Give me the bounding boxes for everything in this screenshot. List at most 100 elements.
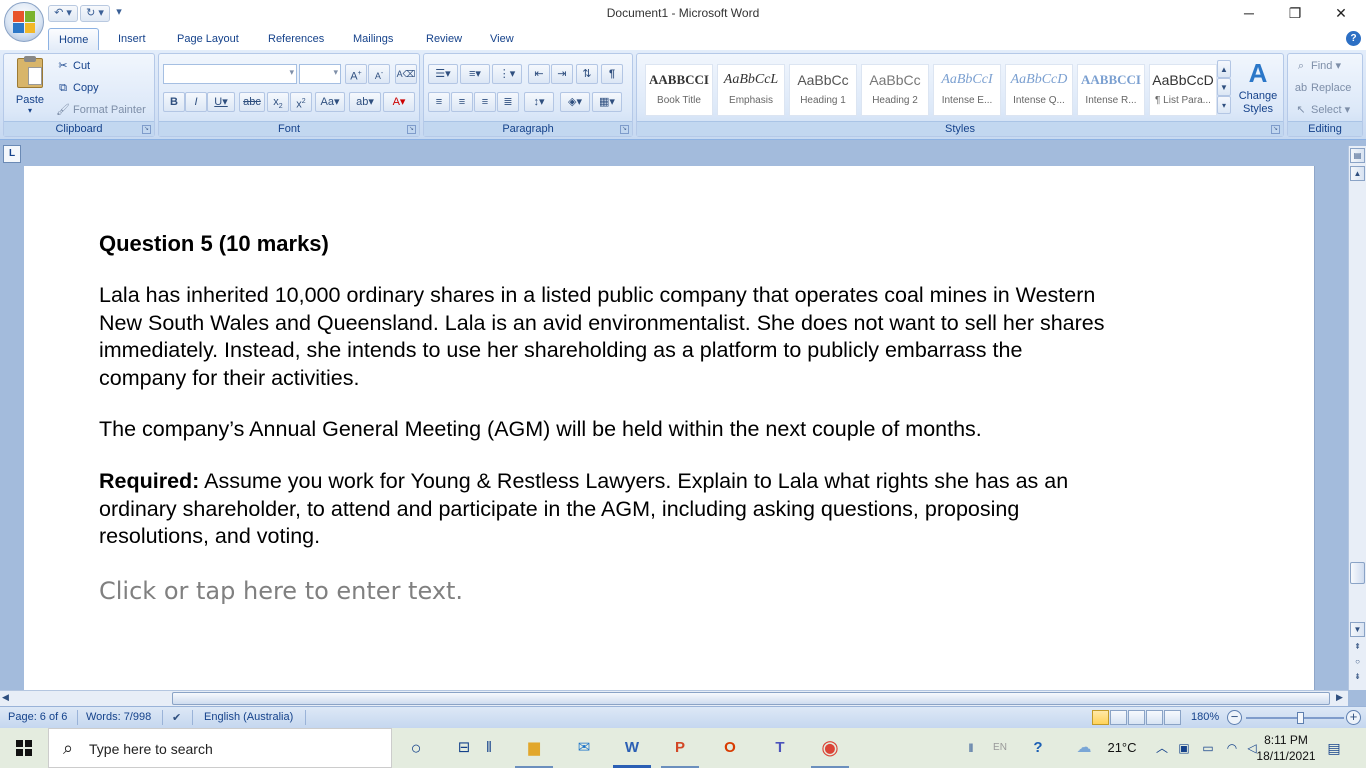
bullets-icon[interactable]: ☰▾ [428, 64, 458, 84]
previous-page-icon[interactable]: ⇞ [1350, 640, 1365, 655]
cortana-icon[interactable]: ○ [404, 736, 428, 760]
show-hidden-icons-icon[interactable]: ︿ [1150, 736, 1174, 760]
font-size-combo[interactable] [299, 64, 341, 84]
font-name-combo[interactable] [163, 64, 297, 84]
style-item[interactable]: AABBCCI Book Title [645, 64, 713, 116]
battery-icon[interactable]: ▭ [1196, 736, 1220, 760]
style-item[interactable]: AaBbCc Heading 1 [789, 64, 857, 116]
style-item[interactable]: AaBbCcD ¶ List Para... [1149, 64, 1217, 116]
proofing-icon[interactable]: ✔ [172, 711, 181, 724]
print-layout-icon[interactable] [1092, 710, 1109, 725]
grow-font-icon[interactable]: A+ [345, 64, 367, 84]
paragraph-launcher-icon[interactable]: ↘ [620, 125, 629, 134]
page-count[interactable]: Page: 6 of 6 [8, 711, 67, 723]
outline-view-icon[interactable] [1146, 710, 1163, 725]
underline-icon[interactable]: U▾ [207, 92, 235, 112]
word-icon[interactable]: W [620, 736, 644, 760]
next-page-icon[interactable]: ⇟ [1350, 670, 1365, 685]
styles-more-icon[interactable]: ▾ [1217, 96, 1231, 114]
tab-stop-selector-icon[interactable]: L [3, 145, 21, 163]
line-spacing-icon[interactable]: ↕▾ [524, 92, 554, 112]
customize-qat-button[interactable]: ▾ [112, 5, 126, 22]
font-launcher-icon[interactable]: ↘ [407, 125, 416, 134]
strikethrough-icon[interactable]: abc [239, 92, 265, 112]
align-right-icon[interactable]: ≡ [474, 92, 496, 112]
sort-icon[interactable]: ⇅ [576, 64, 598, 84]
italic-icon[interactable]: I [185, 92, 207, 112]
office-icon[interactable]: O [718, 736, 742, 760]
content-control-placeholder[interactable]: Click or tap here to enter text. [99, 577, 1109, 606]
meet-now-icon[interactable]: ▣ [1172, 736, 1196, 760]
word-count[interactable]: Words: 7/998 [86, 711, 151, 723]
help-icon[interactable]: ? [1346, 31, 1361, 46]
decrease-indent-icon[interactable]: ⇤ [528, 64, 550, 84]
zoom-slider-thumb[interactable] [1297, 712, 1304, 724]
scroll-down-icon[interactable]: ▼ [1350, 622, 1365, 637]
language[interactable]: English (Australia) [204, 711, 293, 723]
align-center-icon[interactable]: ≡ [451, 92, 473, 112]
change-case-icon[interactable]: Aa▾ [315, 92, 345, 112]
select-button[interactable]: ↖ Select ▾ [1294, 100, 1350, 120]
teams-icon[interactable]: T [768, 736, 792, 760]
replace-button[interactable]: ab Replace [1294, 78, 1351, 98]
minimize-button[interactable]: ─ [1226, 3, 1272, 23]
style-item[interactable]: AaBbCcL Emphasis [717, 64, 785, 116]
bold-icon[interactable]: B [163, 92, 185, 112]
mail-icon[interactable]: ✉ [572, 736, 596, 760]
styles-scroll-down-icon[interactable]: ▼ [1217, 78, 1231, 96]
tab-mailings[interactable]: Mailings [343, 28, 403, 50]
scroll-right-icon[interactable]: ▶ [1336, 692, 1343, 703]
highlight-icon[interactable]: ab▾ [349, 92, 381, 112]
borders-icon[interactable]: ▦▾ [592, 92, 622, 112]
zoom-level[interactable]: 180% [1191, 711, 1219, 723]
tab-review[interactable]: Review [416, 28, 472, 50]
task-view-icon[interactable]: ⊟ [452, 736, 476, 760]
shrink-font-icon[interactable]: A- [368, 64, 390, 84]
scroll-up-icon[interactable]: ▲ [1350, 166, 1365, 181]
tab-references[interactable]: References [258, 28, 334, 50]
tab-home[interactable]: Home [48, 28, 100, 50]
copy-button[interactable]: ⧉ Copy [56, 78, 99, 98]
horizontal-scroll-thumb[interactable] [172, 692, 1330, 705]
styles-launcher-icon[interactable]: ↘ [1271, 125, 1280, 134]
increase-indent-icon[interactable]: ⇥ [551, 64, 573, 84]
show-formatting-icon[interactable]: ¶ [601, 64, 623, 84]
weather-temperature[interactable]: 21°C [1100, 736, 1144, 760]
notification-icon[interactable]: ▤ [1322, 736, 1346, 760]
browse-object-icon[interactable]: ○ [1350, 655, 1365, 670]
find-button[interactable]: ⌕ Find ▾ [1294, 56, 1341, 76]
tab-view[interactable]: View [480, 28, 524, 50]
full-screen-reading-icon[interactable] [1110, 710, 1127, 725]
powerpoint-icon[interactable]: P [668, 736, 692, 760]
help-tray-icon[interactable]: ? [1026, 736, 1050, 760]
change-styles-button[interactable]: A Change Styles [1235, 56, 1281, 120]
draft-view-icon[interactable] [1164, 710, 1181, 725]
multilevel-list-icon[interactable]: ⋮▾ [492, 64, 522, 84]
tab-insert[interactable]: Insert [108, 28, 156, 50]
file-explorer-icon[interactable]: ▆ [522, 736, 546, 760]
ruler-toggle-icon[interactable]: ▤ [1350, 148, 1365, 163]
close-button[interactable]: ✕ [1318, 3, 1364, 23]
styles-scroll-up-icon[interactable]: ▲ [1217, 60, 1231, 78]
clear-formatting-icon[interactable]: A⌫ [395, 64, 417, 84]
paste-button[interactable]: Paste ▾ [10, 56, 50, 118]
vertical-scrollbar[interactable]: ▤ ▲ ▼ ⇞ ○ ⇟ [1348, 146, 1366, 690]
tab-page-layout[interactable]: Page Layout [167, 28, 249, 50]
vertical-scroll-thumb[interactable] [1350, 562, 1365, 584]
subscript-icon[interactable]: x2 [267, 92, 289, 112]
chrome-icon[interactable]: ◉ [818, 736, 842, 760]
superscript-icon[interactable]: x2 [290, 92, 312, 112]
style-item[interactable]: AaBbCcD Intense Q... [1005, 64, 1073, 116]
format-painter-button[interactable]: 🖌 Format Painter [56, 100, 146, 120]
numbering-icon[interactable]: ≡▾ [460, 64, 490, 84]
zoom-slider-track[interactable] [1246, 717, 1344, 719]
align-left-icon[interactable]: ≡ [428, 92, 450, 112]
horizontal-scrollbar[interactable]: ◀ ▶ [0, 690, 1348, 706]
web-layout-icon[interactable] [1128, 710, 1145, 725]
clock[interactable]: 8:11 PM 18/11/2021 [1250, 732, 1322, 764]
weather-icon[interactable]: ☁ [1072, 736, 1096, 760]
style-item[interactable]: AABBCCI Intense R... [1077, 64, 1145, 116]
redo-button[interactable]: ↻ ▾ [80, 4, 110, 22]
zoom-in-icon[interactable]: + [1346, 710, 1361, 725]
restore-button[interactable]: ❐ [1272, 3, 1318, 23]
